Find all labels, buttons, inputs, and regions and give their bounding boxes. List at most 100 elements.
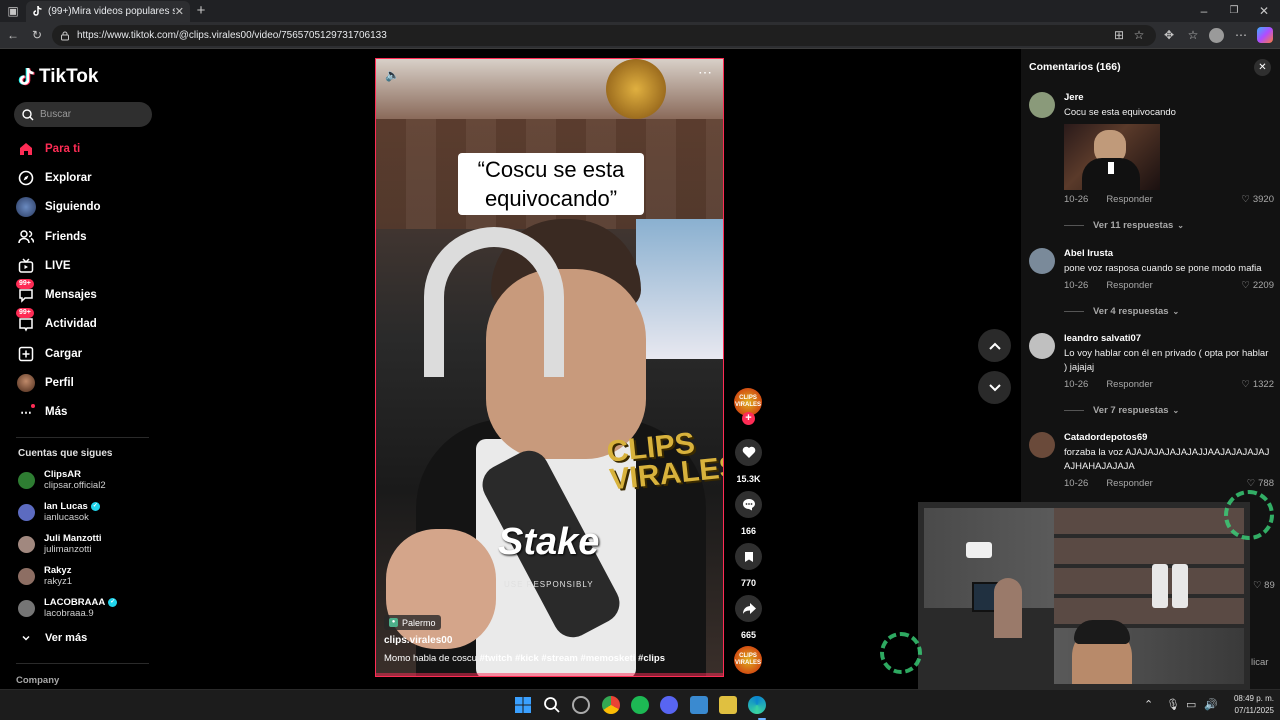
commenter-avatar[interactable] bbox=[1029, 432, 1055, 458]
site-info-icon[interactable] bbox=[60, 31, 70, 41]
bookmark-icon[interactable] bbox=[735, 543, 762, 570]
video-username[interactable]: clips.virales00 bbox=[384, 635, 452, 646]
save-action[interactable]: 770 bbox=[735, 543, 762, 588]
obs-icon[interactable] bbox=[572, 696, 590, 714]
follow-plus-icon[interactable]: + bbox=[742, 412, 755, 425]
chrome-icon[interactable] bbox=[602, 696, 620, 714]
commenter-avatar[interactable] bbox=[1029, 333, 1055, 359]
reply-button[interactable]: Responder bbox=[1106, 379, 1152, 390]
comment-user[interactable]: Jere bbox=[1064, 92, 1274, 103]
hashtag[interactable]: #memosketi bbox=[580, 653, 635, 664]
network-icon[interactable]: ▭ bbox=[1186, 698, 1196, 711]
spotify-icon[interactable] bbox=[631, 696, 649, 714]
edge-icon[interactable] bbox=[748, 696, 766, 714]
windows-start-icon[interactable] bbox=[514, 696, 532, 714]
previous-video-button[interactable] bbox=[978, 329, 1011, 362]
copilot-icon[interactable] bbox=[1257, 27, 1273, 43]
sound-disc[interactable]: CLIPS VIRALES bbox=[734, 646, 762, 674]
following-account[interactable]: ClipsAR clipsar.official2 bbox=[18, 469, 106, 491]
following-account[interactable]: Juli Manzotti julimanzotti bbox=[18, 533, 102, 555]
comment-gif-image[interactable] bbox=[1064, 124, 1160, 190]
reply-button[interactable]: Responder bbox=[1106, 280, 1152, 291]
search-icon[interactable] bbox=[543, 696, 561, 714]
system-clock[interactable]: 08:49 p. m. 07/11/2025 bbox=[1234, 693, 1274, 717]
new-tab-icon[interactable]: + bbox=[193, 3, 209, 19]
reader-view-icon[interactable]: ⊞ bbox=[1111, 27, 1127, 43]
reply-button[interactable]: Responder bbox=[1106, 194, 1152, 205]
nav-item-friends[interactable]: Friends bbox=[16, 226, 87, 248]
comment-action[interactable]: 166 bbox=[735, 491, 762, 536]
tiktok-logo[interactable]: TikTok bbox=[18, 66, 98, 88]
comment-icon[interactable] bbox=[735, 491, 762, 518]
following-account[interactable]: LACOBRAAA ✓ lacobraaa.9 bbox=[18, 597, 118, 619]
hashtag[interactable]: #clips bbox=[638, 653, 665, 664]
tab-actions-icon[interactable]: ▣ bbox=[5, 3, 21, 19]
commenter-avatar[interactable] bbox=[1029, 248, 1055, 274]
volume-icon[interactable]: 🔈 bbox=[385, 68, 400, 82]
view-replies-button[interactable]: Ver 7 respuestas ⌄ bbox=[1064, 405, 1274, 416]
nav-item-actividad[interactable]: 99+ Actividad bbox=[16, 308, 97, 335]
share-icon[interactable] bbox=[735, 595, 762, 622]
following-account[interactable]: Ian Lucas ✓ ianlucasok bbox=[18, 501, 100, 523]
location-tag[interactable]: ● Palermo bbox=[384, 615, 441, 630]
minimize-icon[interactable]: – bbox=[1196, 3, 1212, 19]
tab-close-icon[interactable]: ✕ bbox=[175, 5, 184, 18]
like-action[interactable]: 15.3K bbox=[735, 439, 762, 484]
heart-icon[interactable] bbox=[735, 439, 762, 466]
view-replies-button[interactable]: Ver 11 respuestas ⌄ bbox=[1064, 220, 1274, 231]
nav-item-live[interactable]: LIVE bbox=[16, 255, 71, 277]
url-field[interactable]: https://www.tiktok.com/@clips.virales00/… bbox=[52, 25, 1156, 46]
video-progress-bar[interactable] bbox=[376, 673, 723, 676]
notepad-icon[interactable] bbox=[690, 696, 708, 714]
favorite-star-icon[interactable]: ☆ bbox=[1131, 27, 1147, 43]
browser-tab[interactable]: (99+)Mira videos populares selec ✕ bbox=[26, 1, 190, 22]
nav-item-para-ti[interactable]: Para ti bbox=[16, 138, 80, 160]
extensions-icon[interactable]: ✥ bbox=[1161, 27, 1177, 43]
tray-chevron-icon[interactable]: ⌃ bbox=[1144, 698, 1153, 711]
collections-icon[interactable]: ☆ bbox=[1185, 27, 1201, 43]
nav-item-mas[interactable]: ⋯ Más bbox=[16, 401, 67, 423]
following-section-title: Cuentas que sigues bbox=[18, 448, 113, 459]
profile-avatar-icon[interactable] bbox=[1209, 28, 1224, 43]
share-action[interactable]: 665 bbox=[735, 595, 762, 640]
comment-meta: 10-26 Responder ♡ 788 bbox=[1064, 478, 1274, 489]
comment-like-button[interactable]: ♡ 788 bbox=[1247, 478, 1274, 489]
next-video-button[interactable] bbox=[978, 371, 1011, 404]
hashtag[interactable]: #stream bbox=[541, 653, 577, 664]
view-replies-button[interactable]: Ver 4 respuestas ⌄ bbox=[1064, 306, 1274, 317]
comment-like-button[interactable]: ♡ 1322 bbox=[1241, 379, 1274, 390]
close-icon[interactable]: ✕ bbox=[1254, 59, 1271, 76]
back-icon[interactable]: ← bbox=[5, 27, 21, 43]
file-explorer-icon[interactable] bbox=[719, 696, 737, 714]
window-close-icon[interactable]: ✕ bbox=[1256, 3, 1272, 19]
nav-item-cargar[interactable]: Cargar bbox=[16, 343, 82, 365]
video-player[interactable]: 🔈 ⋯ “Coscu se esta equivocando” CLIPS VI… bbox=[375, 58, 724, 677]
search-box[interactable] bbox=[14, 102, 152, 127]
hashtag[interactable]: #twitch bbox=[480, 653, 513, 664]
comment-user[interactable]: Catadordepotos69 bbox=[1064, 432, 1274, 443]
more-options-icon[interactable]: ⋯ bbox=[698, 64, 713, 81]
company-link[interactable]: Company bbox=[16, 675, 59, 686]
commenter-avatar[interactable] bbox=[1029, 92, 1055, 118]
logo-text: TikTok bbox=[39, 66, 99, 87]
nav-item-explorar[interactable]: Explorar bbox=[16, 167, 92, 189]
nav-item-siguiendo[interactable]: Siguiendo bbox=[16, 196, 101, 218]
settings-more-icon[interactable]: ⋯ bbox=[1233, 27, 1249, 43]
discord-icon[interactable] bbox=[660, 696, 678, 714]
hashtag[interactable]: #kick bbox=[515, 653, 539, 664]
restore-icon[interactable]: ❐ bbox=[1226, 3, 1242, 19]
account-avatar bbox=[18, 599, 35, 617]
nav-item-mensajes[interactable]: 99+ Mensajes bbox=[16, 279, 97, 306]
reload-icon[interactable]: ↻ bbox=[29, 27, 45, 43]
see-more-button[interactable]: Ver más bbox=[16, 627, 87, 649]
reply-button[interactable]: Responder bbox=[1106, 478, 1152, 489]
comment-user[interactable]: leandro salvati07 bbox=[1064, 333, 1274, 344]
comment-like-button[interactable]: ♡ 3920 bbox=[1241, 194, 1274, 205]
nav-item-perfil[interactable]: Perfil bbox=[16, 372, 74, 394]
microphone-icon[interactable]: 🎙 bbox=[1166, 698, 1180, 711]
search-input[interactable] bbox=[40, 109, 140, 120]
volume-icon[interactable]: 🔊 bbox=[1204, 698, 1218, 711]
comment-like-button[interactable]: ♡ 2209 bbox=[1241, 280, 1274, 291]
following-account[interactable]: Rakyz rakyz1 bbox=[18, 565, 72, 587]
comment-user[interactable]: Abel Irusta bbox=[1064, 248, 1274, 259]
